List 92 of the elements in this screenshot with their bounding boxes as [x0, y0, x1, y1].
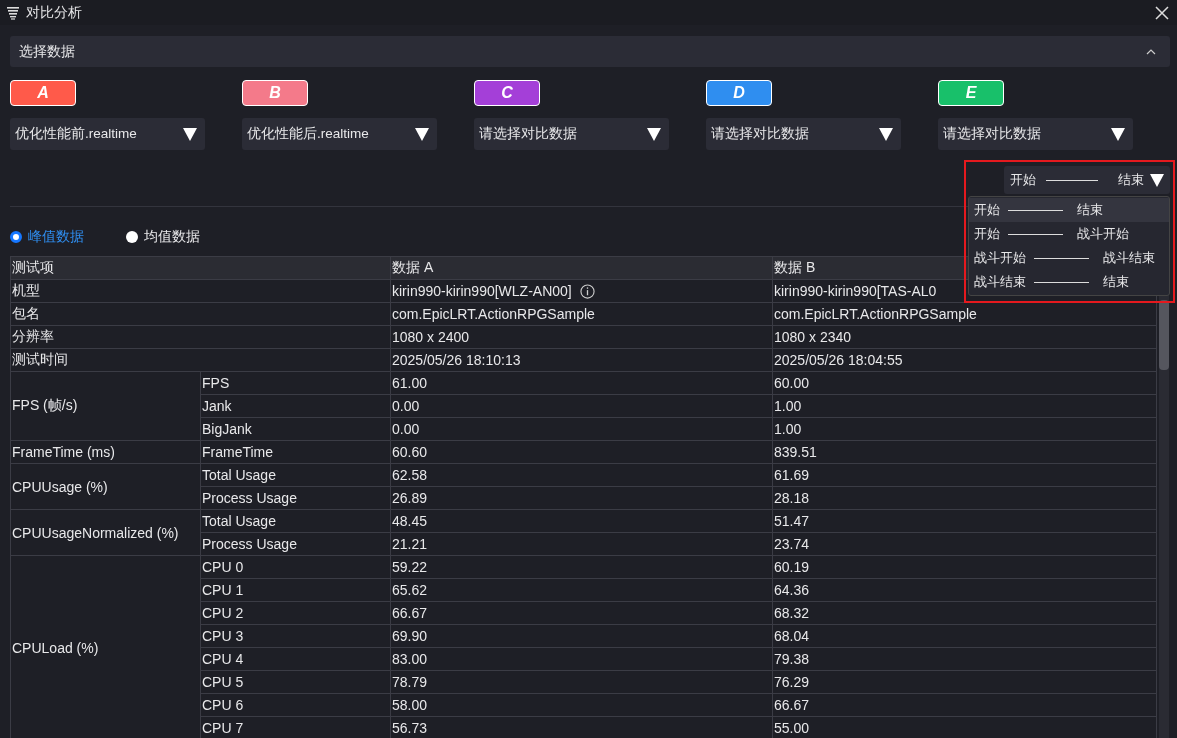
table-cell: 68.32 [773, 602, 1157, 625]
table-cell: 0.00 [391, 418, 773, 441]
caret-icon [1111, 127, 1125, 141]
table-cell: 48.45 [391, 510, 773, 533]
table-cell: 55.00 [773, 717, 1157, 738]
table-cell: 66.67 [391, 602, 773, 625]
data-select[interactable]: 请选择对比数据 [706, 118, 901, 150]
table-cell: 59.22 [391, 556, 773, 579]
table-cell: 83.00 [391, 648, 773, 671]
table-cell: 65.62 [391, 579, 773, 602]
table-cell: Process Usage [201, 533, 391, 556]
table-cell: FrameTime (ms) [11, 441, 201, 464]
info-icon[interactable] [579, 283, 595, 299]
table-cell: CPU 4 [201, 648, 391, 671]
table-cell: 1080 x 2340 [773, 326, 1157, 349]
column-header: 测试项 [11, 257, 391, 280]
table-cell: CPUUsageNormalized (%) [11, 510, 201, 556]
column-header: 数据 A [391, 257, 773, 280]
table-cell: CPU 3 [201, 625, 391, 648]
table-cell: 66.67 [773, 694, 1157, 717]
table-cell: com.EpicLRT.ActionRPGSample [391, 303, 773, 326]
caret-icon [1150, 173, 1164, 187]
table-cell: 58.00 [391, 694, 773, 717]
table-cell: CPU 2 [201, 602, 391, 625]
dataset-badge: C [474, 80, 540, 106]
table-cell: CPULoad (%) [11, 556, 201, 738]
table-cell: CPU 6 [201, 694, 391, 717]
table-cell: FPS (帧/s) [11, 372, 201, 441]
table-cell: 79.38 [773, 648, 1157, 671]
dataset-badge: E [938, 80, 1004, 106]
range-select[interactable]: 开始 结束 [1004, 166, 1170, 194]
table-cell: 包名 [11, 303, 391, 326]
table-cell: 60.00 [773, 372, 1157, 395]
dataset-badge: B [242, 80, 308, 106]
table-cell: kirin990-kirin990[WLZ-AN00] [392, 283, 572, 299]
caret-icon [415, 127, 429, 141]
table-cell: 61.69 [773, 464, 1157, 487]
table-cell: com.EpicLRT.ActionRPGSample [773, 303, 1157, 326]
table-cell: CPU 7 [201, 717, 391, 738]
table-cell: 26.89 [391, 487, 773, 510]
data-select[interactable]: 请选择对比数据 [474, 118, 669, 150]
table-cell: 62.58 [391, 464, 773, 487]
data-select[interactable]: 请选择对比数据 [938, 118, 1133, 150]
table-cell: Total Usage [201, 510, 391, 533]
table-cell: 56.73 [391, 717, 773, 738]
data-select[interactable]: 优化性能前.realtime [10, 118, 205, 150]
table-cell: FrameTime [201, 441, 391, 464]
table-cell: Process Usage [201, 487, 391, 510]
caret-icon [647, 127, 661, 141]
table-cell: 1.00 [773, 418, 1157, 441]
table-cell: 2025/05/26 18:04:55 [773, 349, 1157, 372]
dataset-badge: A [10, 80, 76, 106]
table-cell: 2025/05/26 18:10:13 [391, 349, 773, 372]
menu-item[interactable]: 开始 结束 [969, 198, 1169, 222]
table-cell: FPS [201, 372, 391, 395]
table-cell: 机型 [11, 280, 391, 303]
table-cell: CPU 5 [201, 671, 391, 694]
app-icon [6, 5, 20, 20]
dataset-badge: D [706, 80, 772, 106]
menu-item[interactable]: 开始 战斗开始 [969, 222, 1169, 246]
table-cell: BigJank [201, 418, 391, 441]
window-title: 对比分析 [26, 3, 82, 22]
table-cell: 分辨率 [11, 326, 391, 349]
table-cell: Jank [201, 395, 391, 418]
radio-option[interactable]: 峰值数据 [10, 228, 84, 246]
table-cell: Total Usage [201, 464, 391, 487]
table-cell: CPUUsage (%) [11, 464, 201, 510]
radio-option[interactable]: 均值数据 [126, 228, 200, 246]
table-cell: 28.18 [773, 487, 1157, 510]
table-cell: 69.90 [391, 625, 773, 648]
table-cell: 23.74 [773, 533, 1157, 556]
table-cell: CPU 1 [201, 579, 391, 602]
close-icon[interactable] [1155, 5, 1169, 20]
table-cell: 60.19 [773, 556, 1157, 579]
table-cell: 78.79 [391, 671, 773, 694]
table-cell: 60.60 [391, 441, 773, 464]
table-cell: 测试时间 [11, 349, 391, 372]
table-cell: 21.21 [391, 533, 773, 556]
table-cell: 1.00 [773, 395, 1157, 418]
table-cell: 51.47 [773, 510, 1157, 533]
table-cell: 1080 x 2400 [391, 326, 773, 349]
data-select[interactable]: 优化性能后.realtime [242, 118, 437, 150]
caret-icon [183, 127, 197, 141]
table-cell: CPU 0 [201, 556, 391, 579]
caret-icon [879, 127, 893, 141]
table-cell: 0.00 [391, 395, 773, 418]
table-cell: 839.51 [773, 441, 1157, 464]
table-cell: 64.36 [773, 579, 1157, 602]
table-cell: 61.00 [391, 372, 773, 395]
section-header[interactable]: 选择数据 [10, 36, 1170, 67]
table-cell: 76.29 [773, 671, 1157, 694]
table-cell: 68.04 [773, 625, 1157, 648]
